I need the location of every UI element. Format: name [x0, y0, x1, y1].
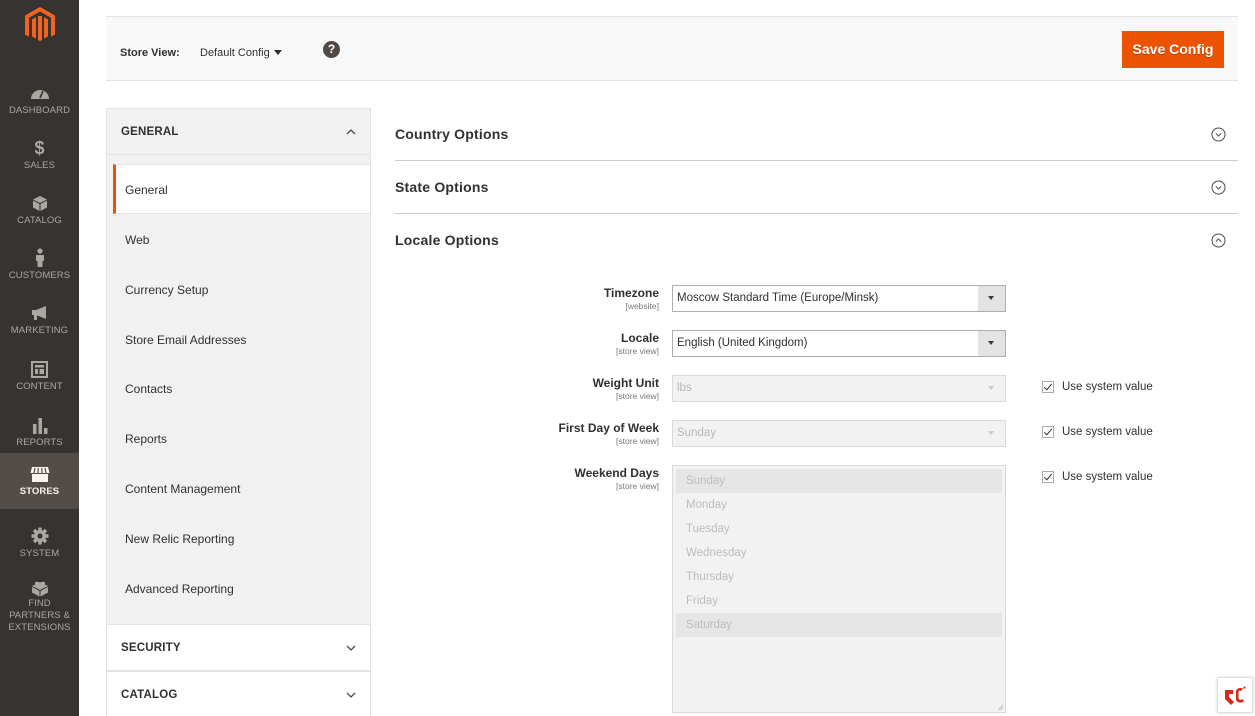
- weekend-option: Saturday: [676, 613, 1002, 637]
- extension-badge[interactable]: [1217, 677, 1253, 713]
- tab-group-general[interactable]: GENERAL: [107, 108, 370, 155]
- chevron-up-icon: [346, 129, 356, 135]
- weekend-option: Wednesday: [686, 547, 747, 559]
- locale-select[interactable]: English (United Kingdom): [672, 330, 1006, 357]
- locale-label: Locale [store view]: [616, 331, 659, 356]
- tab-item-content-management[interactable]: Content Management: [107, 464, 370, 514]
- tab-item-currency-setup[interactable]: Currency Setup: [107, 265, 370, 315]
- store-view-switcher[interactable]: Default Config: [200, 47, 270, 59]
- weekend-option: Monday: [686, 499, 727, 511]
- tab-item-store-email-addresses[interactable]: Store Email Addresses: [107, 315, 370, 365]
- tab-group-catalog[interactable]: CATALOG: [107, 671, 370, 716]
- select-arrow: [978, 286, 1005, 311]
- tab-item-new-relic-reporting[interactable]: New Relic Reporting: [107, 514, 370, 564]
- weight-unit-label: Weight Unit [store view]: [592, 376, 659, 401]
- tab-item-reports[interactable]: Reports: [107, 414, 370, 464]
- checkbox-checked-icon[interactable]: [1042, 471, 1054, 483]
- storefront-icon: [29, 463, 51, 485]
- tab-item-advanced-reporting[interactable]: Advanced Reporting: [107, 564, 370, 614]
- weight-unit-use-system-checkbox[interactable]: Use system value: [1042, 381, 1153, 393]
- section-locale-options[interactable]: Locale Options: [395, 214, 1238, 267]
- tab-group-security[interactable]: SECURITY: [107, 624, 370, 671]
- select-arrow: [978, 331, 1005, 356]
- weekend-days-label: Weekend Days [store view]: [574, 466, 660, 491]
- person-icon: [29, 247, 51, 269]
- extension-logo-icon: [1225, 686, 1246, 705]
- timezone-select[interactable]: Moscow Standard Time (Europe/Minsk): [672, 285, 1006, 312]
- section-state-options[interactable]: State Options: [395, 161, 1238, 214]
- nav-item-content[interactable]: CONTENT: [0, 348, 79, 404]
- tab-item-web[interactable]: Web: [107, 215, 370, 265]
- weekend-days-use-system-checkbox[interactable]: Use system value: [1042, 471, 1153, 483]
- weekend-option: Sunday: [676, 469, 1002, 493]
- collapse-circle-up-icon: [1211, 233, 1226, 248]
- nav-item-sales[interactable]: $ SALES: [0, 127, 79, 183]
- tab-item-contacts[interactable]: Contacts: [107, 364, 370, 414]
- resize-handle-icon[interactable]: [997, 704, 1004, 711]
- store-view-label: Store View:: [120, 47, 180, 59]
- gear-icon: [29, 525, 51, 547]
- nav-item-stores[interactable]: STORES: [0, 453, 79, 509]
- nav-item-marketing[interactable]: MARKETING: [0, 292, 79, 348]
- caret-down-icon[interactable]: [274, 50, 282, 55]
- weekend-option: Friday: [686, 595, 718, 607]
- dashboard-icon: [29, 82, 51, 104]
- weekend-option: Tuesday: [686, 523, 730, 535]
- megaphone-icon: [29, 302, 51, 324]
- expand-circle-down-icon: [1211, 127, 1226, 142]
- layout-icon: [29, 358, 51, 380]
- first-day-use-system-checkbox[interactable]: Use system value: [1042, 426, 1153, 438]
- lego-brick-icon: [29, 580, 51, 597]
- chevron-down-icon: [346, 692, 356, 698]
- weight-unit-select: lbs: [672, 375, 1006, 402]
- checkbox-checked-icon[interactable]: [1042, 426, 1054, 438]
- nav-item-catalog[interactable]: CATALOG: [0, 182, 79, 238]
- timezone-label: Timezone [website]: [603, 286, 659, 311]
- nav-item-dashboard[interactable]: DASHBOARD: [0, 72, 79, 128]
- caret-down-icon: [988, 386, 994, 390]
- weekend-option: Thursday: [686, 571, 734, 583]
- help-icon[interactable]: ?: [323, 41, 340, 58]
- first-day-of-week-label: First Day of Week [store view]: [558, 421, 659, 446]
- select-arrow: [978, 376, 1005, 401]
- expand-circle-down-icon: [1211, 180, 1226, 195]
- box-icon: [29, 192, 51, 214]
- checkbox-checked-icon[interactable]: [1042, 381, 1054, 393]
- admin-menu: DASHBOARD $ SALES CATALOG CUSTOMERS MARK…: [0, 0, 79, 716]
- bar-chart-icon: [29, 414, 51, 436]
- nav-item-system[interactable]: SYSTEM: [0, 515, 79, 571]
- magento-logo-icon[interactable]: [22, 5, 58, 45]
- dollar-icon: $: [34, 137, 45, 158]
- tab-item-general[interactable]: General: [113, 164, 370, 214]
- page-actions-bar: Store View: Default Config ? Save Config: [106, 16, 1238, 81]
- weekend-days-multiselect: Sunday Monday Tuesday Wednesday Thursday…: [672, 465, 1006, 713]
- section-country-options[interactable]: Country Options: [395, 108, 1238, 161]
- nav-item-reports[interactable]: REPORTS: [0, 404, 79, 460]
- save-config-button[interactable]: Save Config: [1122, 31, 1224, 68]
- caret-down-icon: [988, 341, 994, 345]
- caret-down-icon: [988, 296, 994, 300]
- first-day-of-week-select: Sunday: [672, 420, 1006, 447]
- nav-item-find-partners[interactable]: FIND PARTNERS & EXTENSIONS: [0, 570, 79, 633]
- config-tabs: GENERAL General Web Currency Setup Store…: [106, 108, 371, 716]
- caret-down-icon: [988, 431, 994, 435]
- chevron-down-icon: [346, 645, 356, 651]
- nav-item-customers[interactable]: CUSTOMERS: [0, 237, 79, 293]
- select-arrow: [978, 421, 1005, 446]
